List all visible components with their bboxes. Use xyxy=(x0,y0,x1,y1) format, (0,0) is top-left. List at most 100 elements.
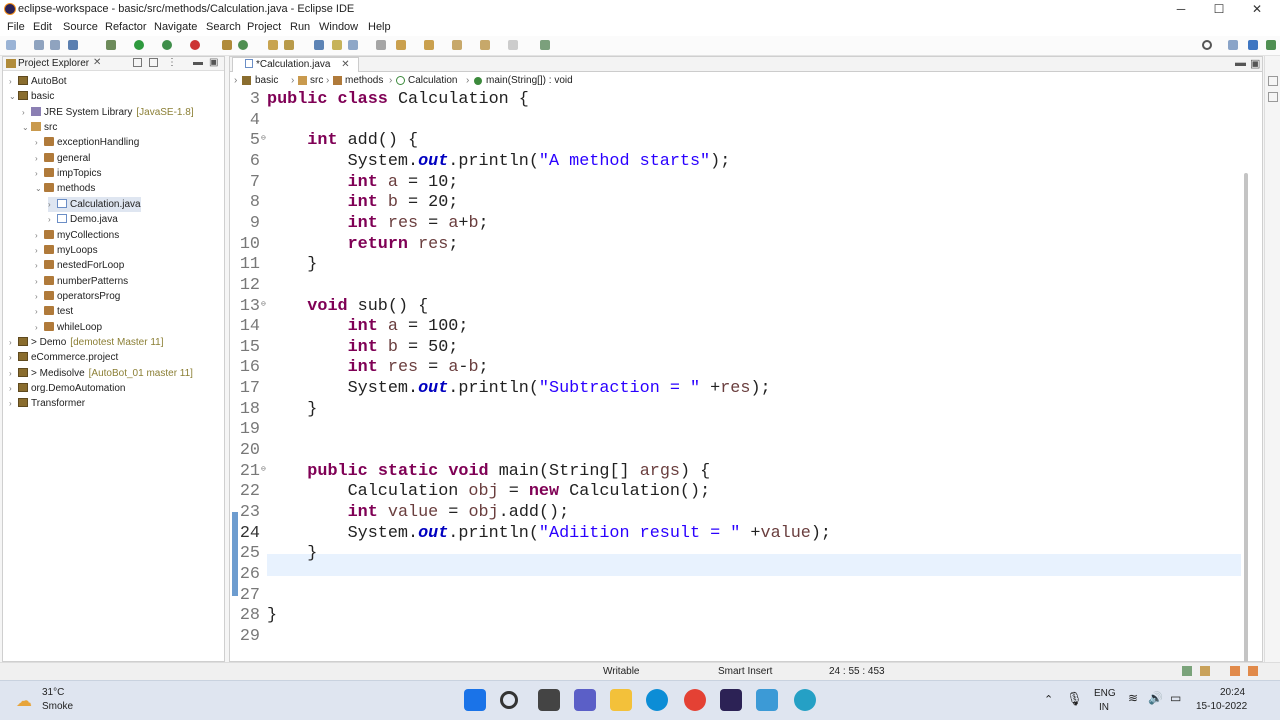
minimize-button[interactable]: ─ xyxy=(1162,0,1200,19)
status-icon[interactable] xyxy=(1182,666,1192,676)
language-label[interactable]: ENG xyxy=(1094,688,1116,699)
battery-icon[interactable]: ▭ xyxy=(1170,691,1181,705)
tree-item[interactable]: › Transformer xyxy=(9,396,85,411)
collapsed-chevron-icon[interactable]: › xyxy=(35,166,44,181)
menu-source[interactable]: Source xyxy=(63,21,98,33)
toggle-mark-icon[interactable] xyxy=(314,40,324,50)
tree-item[interactable]: › nestedForLoop xyxy=(35,258,124,273)
collapsed-chevron-icon[interactable]: › xyxy=(35,228,44,243)
clock-date[interactable]: 15-10-2022 xyxy=(1196,701,1247,712)
tree-item[interactable]: › Calculation.java xyxy=(48,196,141,212)
microphone-icon[interactable]: 🎙 xyxy=(1066,691,1083,707)
collapsed-chevron-icon[interactable]: › xyxy=(22,105,31,120)
forward-icon[interactable] xyxy=(508,40,518,50)
annotation-icon[interactable] xyxy=(332,40,342,50)
menu-navigate[interactable]: Navigate xyxy=(154,21,197,33)
collapsed-chevron-icon[interactable]: › xyxy=(35,135,44,150)
fold-toggle-icon[interactable]: ⊖ xyxy=(261,133,266,143)
pin-editor-icon[interactable] xyxy=(540,40,550,50)
tree-item[interactable]: › impTopics xyxy=(35,166,101,181)
collapsed-chevron-icon[interactable]: › xyxy=(35,243,44,258)
breadcrumb-method[interactable]: main(String[]) : void xyxy=(486,73,573,88)
tree-item[interactable]: › > Medisolve [AutoBot_01 master 11] xyxy=(9,366,193,381)
chat-icon[interactable] xyxy=(574,689,596,711)
search-icon[interactable] xyxy=(500,691,518,709)
java-perspective-icon[interactable] xyxy=(1248,40,1258,50)
fold-toggle-icon[interactable]: ⊖ xyxy=(261,299,266,309)
clock-time[interactable]: 20:24 xyxy=(1220,687,1245,698)
collapsed-chevron-icon[interactable]: › xyxy=(48,212,57,227)
whitespace-icon[interactable] xyxy=(376,40,386,50)
tree-item[interactable]: › Demo.java xyxy=(48,212,118,227)
coverage-icon[interactable] xyxy=(162,40,172,50)
debug-perspective-icon[interactable] xyxy=(1266,40,1276,50)
run-icon[interactable] xyxy=(134,40,144,50)
tree-item[interactable]: › general xyxy=(35,151,90,166)
save-icon[interactable] xyxy=(34,40,44,50)
task-list-icon[interactable] xyxy=(1268,92,1278,102)
prev-annotation-icon[interactable] xyxy=(424,40,434,50)
tree-item[interactable]: › > Demo [demotest Master 11] xyxy=(9,335,164,350)
collapsed-chevron-icon[interactable]: › xyxy=(35,320,44,335)
tree-item[interactable]: › myLoops xyxy=(35,243,98,258)
eclipse-taskbar-icon[interactable] xyxy=(720,689,742,711)
next-annotation-icon[interactable] xyxy=(396,40,406,50)
breadcrumb-package[interactable]: methods xyxy=(345,73,383,88)
expanded-chevron-icon[interactable]: ⌄ xyxy=(9,89,18,104)
collapsed-chevron-icon[interactable]: › xyxy=(9,74,18,89)
volume-icon[interactable]: 🔊 xyxy=(1148,691,1163,705)
tree-item[interactable]: ⌄ basic xyxy=(9,89,54,104)
tree-item[interactable]: › eCommerce.project xyxy=(9,350,118,365)
tree-item[interactable]: › org.DemoAutomation xyxy=(9,381,126,396)
breadcrumb-project[interactable]: basic xyxy=(255,73,278,88)
collapsed-chevron-icon[interactable]: › xyxy=(9,381,18,396)
close-button[interactable]: ✕ xyxy=(1238,0,1276,19)
search-tool-icon[interactable] xyxy=(284,40,294,50)
collapse-all-icon[interactable] xyxy=(133,58,142,67)
wifi-icon[interactable]: ≋ xyxy=(1128,691,1138,705)
menu-file[interactable]: File xyxy=(7,21,25,33)
maximize-button[interactable]: ☐ xyxy=(1200,0,1238,19)
menu-run[interactable]: Run xyxy=(290,21,310,33)
collapsed-chevron-icon[interactable]: › xyxy=(35,274,44,289)
tree-item[interactable]: › AutoBot xyxy=(9,74,67,89)
collapsed-chevron-icon[interactable]: › xyxy=(9,396,18,411)
collapsed-chevron-icon[interactable]: › xyxy=(35,151,44,166)
menu-help[interactable]: Help xyxy=(368,21,391,33)
collapsed-chevron-icon[interactable]: › xyxy=(9,366,18,381)
breadcrumb-class[interactable]: Calculation xyxy=(408,73,457,88)
editor-maximize-icon[interactable]: ▣ xyxy=(1250,57,1260,70)
region-label[interactable]: IN xyxy=(1099,702,1109,713)
edge-icon[interactable] xyxy=(646,689,668,711)
menu-edit[interactable]: Edit xyxy=(33,21,52,33)
search-icon[interactable] xyxy=(1202,40,1212,50)
show-hidden-icons[interactable]: ⌃ xyxy=(1044,693,1053,706)
maximize-view-icon[interactable]: ▣ xyxy=(209,57,218,68)
tree-item[interactable]: › numberPatterns xyxy=(35,274,128,289)
back-icon[interactable] xyxy=(480,40,490,50)
weather-temp[interactable]: 31°C xyxy=(42,687,64,698)
block-select-icon[interactable] xyxy=(348,40,358,50)
collapsed-chevron-icon[interactable]: › xyxy=(9,350,18,365)
new-class-icon[interactable] xyxy=(238,40,248,50)
notepad-icon[interactable] xyxy=(756,689,778,711)
new-icon[interactable] xyxy=(6,40,16,50)
status-icon[interactable] xyxy=(1200,666,1210,676)
last-edit-icon[interactable] xyxy=(452,40,462,50)
close-view-icon[interactable]: ✕ xyxy=(93,57,101,68)
tab-calculation-java[interactable]: *Calculation.java ✕ xyxy=(232,57,359,72)
weather-desc[interactable]: Smoke xyxy=(42,701,73,712)
expanded-chevron-icon[interactable]: ⌄ xyxy=(22,120,31,135)
minimize-view-icon[interactable]: ▬ xyxy=(193,57,203,68)
new-java-project-icon[interactable] xyxy=(222,40,232,50)
task-view-icon[interactable] xyxy=(538,689,560,711)
collapsed-chevron-icon[interactable]: › xyxy=(35,304,44,319)
collapsed-chevron-icon[interactable]: › xyxy=(35,289,44,304)
windows-start-icon[interactable] xyxy=(464,689,486,711)
status-icon[interactable] xyxy=(1248,666,1258,676)
tree-item[interactable]: › operatorsProg xyxy=(35,289,120,304)
collapsed-chevron-icon[interactable]: › xyxy=(48,197,57,212)
file-explorer-icon[interactable] xyxy=(610,689,632,711)
collapsed-chevron-icon[interactable]: › xyxy=(9,335,18,350)
tree-item[interactable]: › exceptionHandling xyxy=(35,135,139,150)
